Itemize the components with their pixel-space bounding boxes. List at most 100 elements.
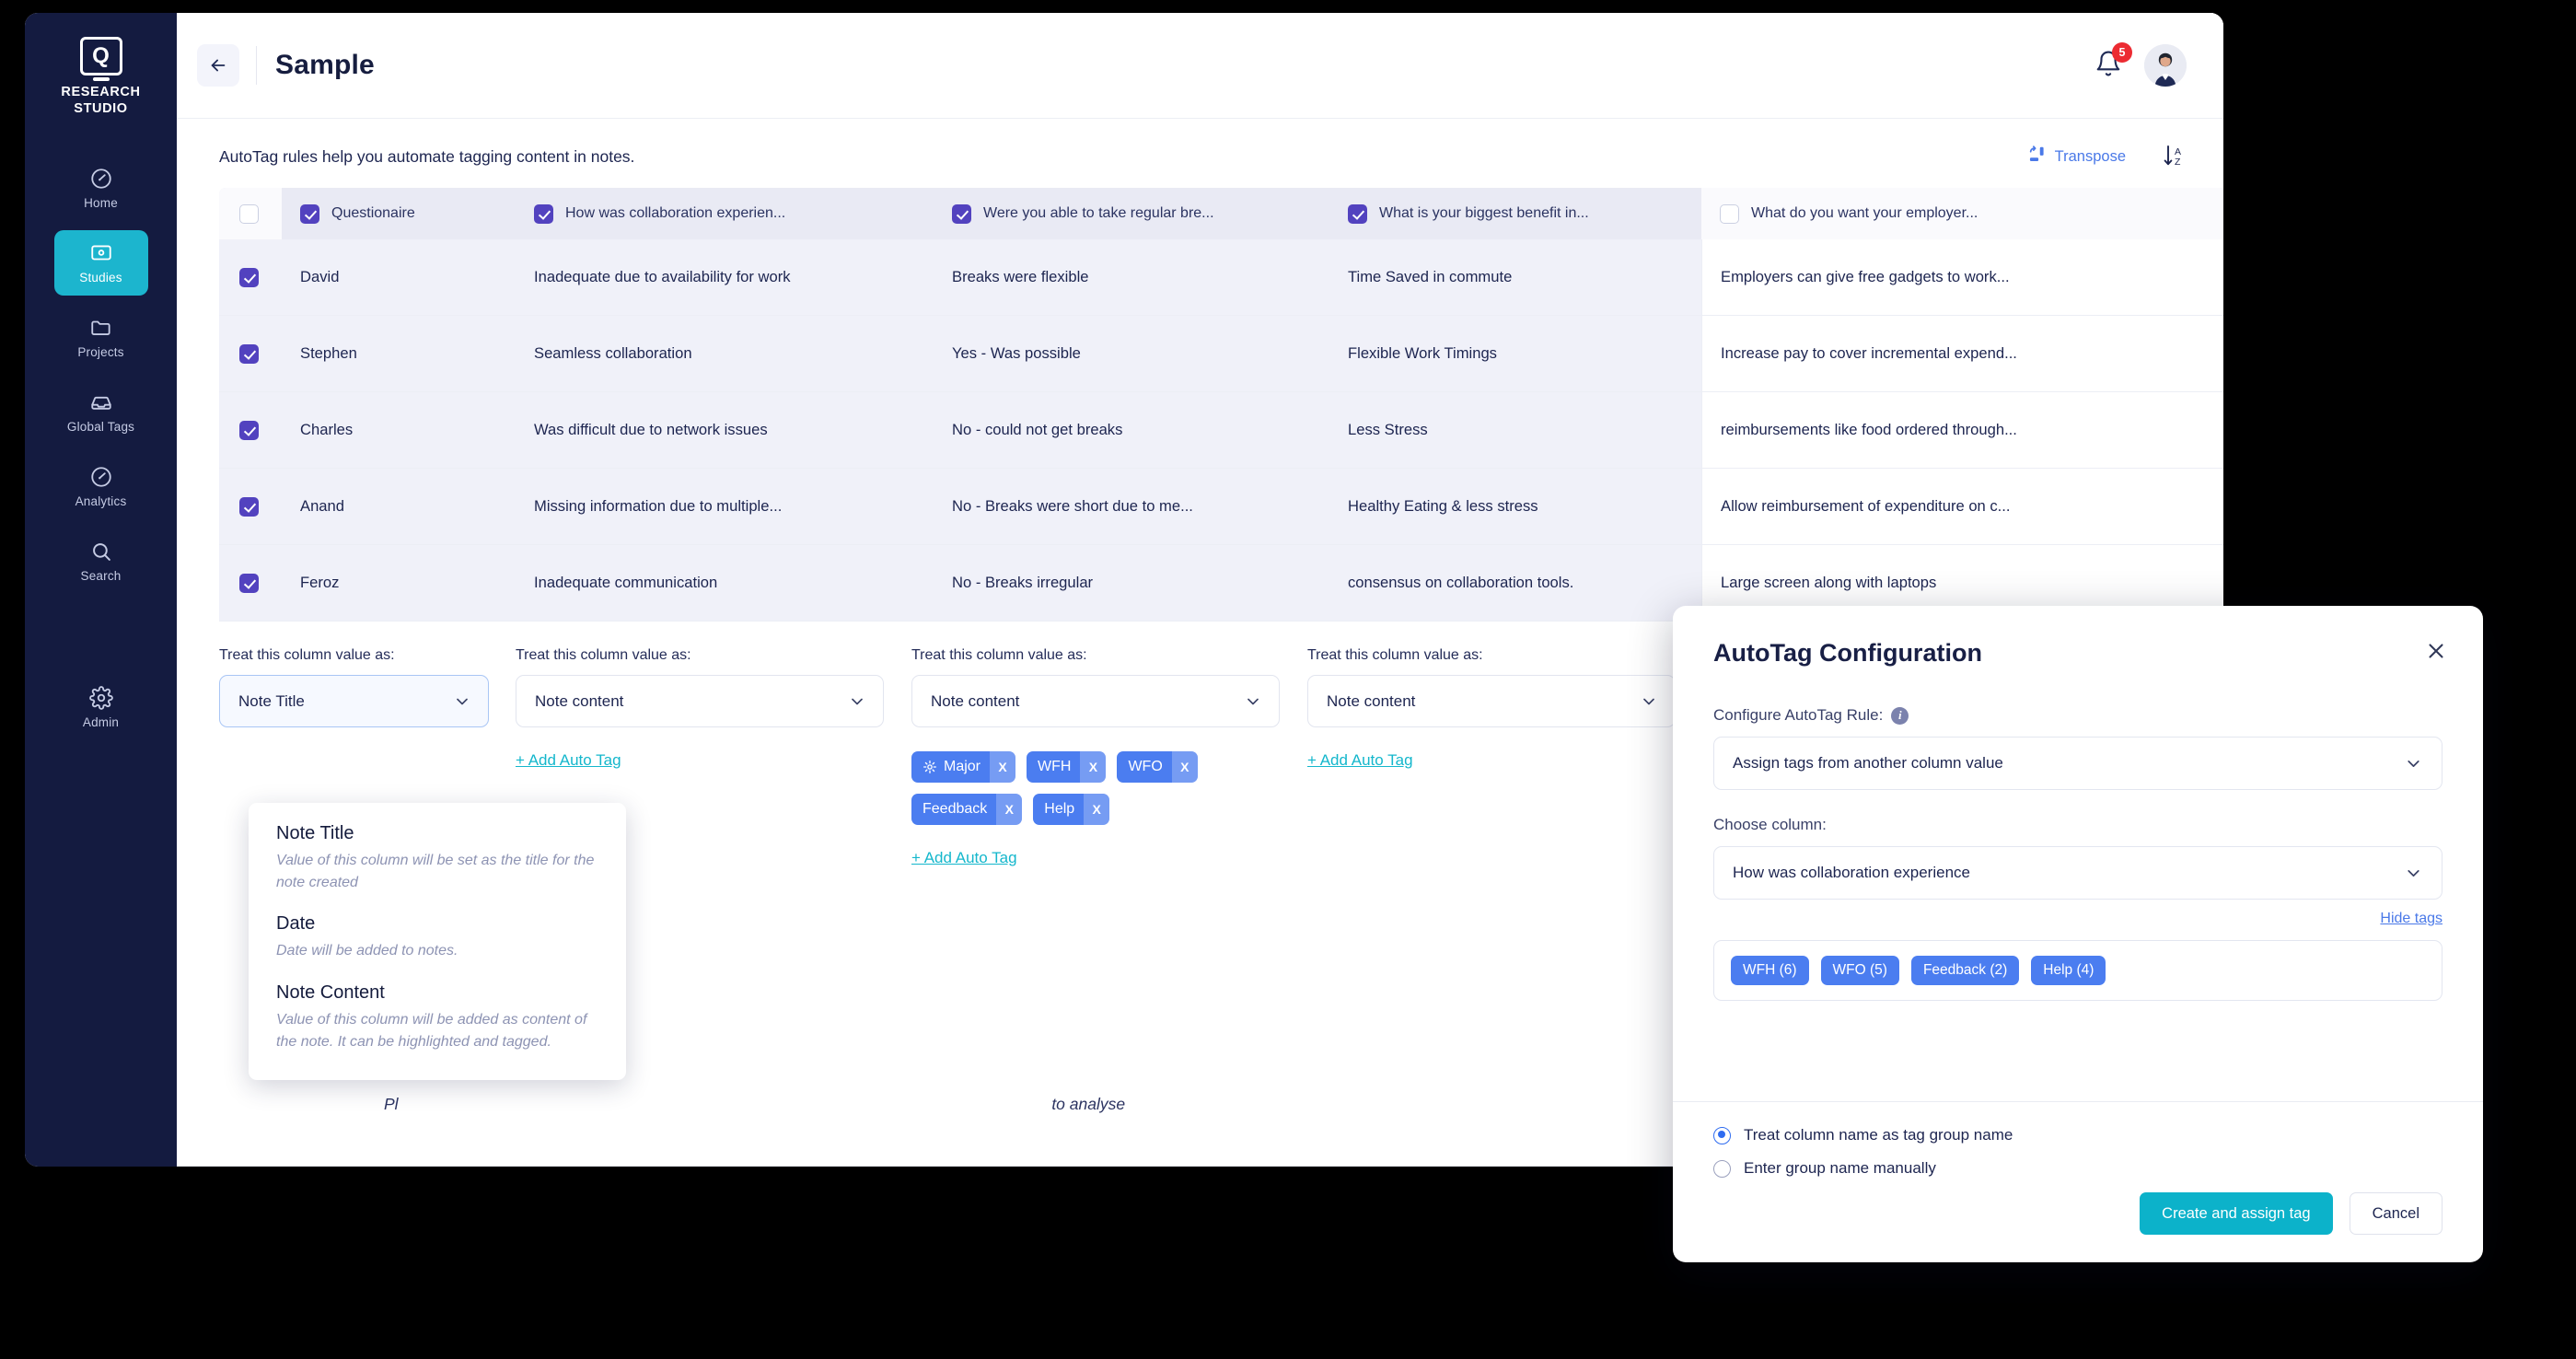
- sidebar-item-admin[interactable]: Admin: [54, 675, 148, 740]
- table-row[interactable]: Anand Missing information due to multipl…: [219, 469, 2223, 545]
- auto-tag[interactable]: Major X: [911, 751, 1016, 783]
- column-tag[interactable]: Help (4): [2031, 956, 2106, 985]
- column-header-questionaire[interactable]: Questionaire: [282, 188, 516, 239]
- subheader: AutoTag rules help you automate tagging …: [177, 119, 2223, 188]
- radio-label: Treat column name as tag group name: [1744, 1126, 2013, 1144]
- autotag-configuration-modal: AutoTag Configuration Configure AutoTag …: [1673, 606, 2483, 1262]
- close-icon[interactable]: [2420, 635, 2452, 667]
- column-checkbox[interactable]: [1720, 203, 1739, 224]
- sidebar-item-analytics[interactable]: Analytics: [54, 454, 148, 519]
- page-title: Sample: [275, 50, 375, 80]
- remove-tag-button[interactable]: X: [990, 751, 1016, 783]
- column-checkbox[interactable]: [952, 203, 971, 224]
- table-cell: Was difficult due to network issues: [534, 421, 768, 438]
- transpose-icon: [2027, 145, 2048, 169]
- auto-tag[interactable]: WFH X: [1027, 751, 1107, 783]
- column-header-collaboration[interactable]: How was collaboration experien...: [516, 188, 934, 239]
- column-config-label: Treat this column value as:: [911, 647, 1087, 663]
- auto-tag[interactable]: Help X: [1033, 794, 1110, 825]
- table-cell: Yes - Was possible: [952, 344, 1081, 362]
- sidebar: RESEARCH STUDIO Home Studies: [25, 13, 177, 1167]
- remove-tag-button[interactable]: X: [1080, 751, 1107, 783]
- speedometer-icon: [54, 167, 148, 191]
- tags-tray-icon: [54, 390, 148, 414]
- row-checkbox[interactable]: [239, 343, 259, 364]
- sort-a-z-button[interactable]: AZ: [2163, 143, 2187, 171]
- transpose-button[interactable]: Transpose: [2027, 145, 2126, 169]
- column-checkbox[interactable]: [300, 203, 319, 224]
- remove-tag-button[interactable]: X: [1171, 751, 1198, 783]
- column-tag[interactable]: WFO (5): [1820, 956, 1899, 985]
- sidebar-item-home[interactable]: Home: [54, 156, 148, 221]
- auto-tag[interactable]: Feedback X: [911, 794, 1023, 825]
- table-cell: Employers can give free gadgets to work.…: [1701, 239, 2223, 315]
- row-checkbox[interactable]: [239, 267, 259, 287]
- column-value-type-select[interactable]: Note Title: [219, 675, 489, 727]
- column-header-employer[interactable]: What do you want your employer...: [1701, 188, 2223, 239]
- chevron-down-icon: [848, 692, 866, 711]
- radio-treat-column-name[interactable]: Treat column name as tag group name: [1713, 1126, 2443, 1144]
- row-checkbox[interactable]: [239, 496, 259, 517]
- sidebar-item-label: Projects: [77, 345, 124, 360]
- add-auto-tag-link[interactable]: + Add Auto Tag: [911, 849, 1017, 867]
- choose-column-select[interactable]: How was collaboration experience: [1713, 846, 2443, 900]
- column-tag[interactable]: Feedback (2): [1910, 956, 2020, 985]
- remove-tag-button[interactable]: X: [1084, 794, 1110, 825]
- table-row[interactable]: David Inadequate due to availability for…: [219, 239, 2223, 316]
- auto-tag[interactable]: WFO X: [1117, 751, 1198, 783]
- radio-enter-group-name[interactable]: Enter group name manually: [1713, 1159, 2443, 1178]
- column-checkbox[interactable]: [1348, 203, 1367, 224]
- notifications-button[interactable]: 5: [2094, 41, 2132, 82]
- row-select-cell: [219, 392, 282, 468]
- info-icon[interactable]: i: [1891, 706, 1909, 725]
- modal-title: AutoTag Configuration: [1713, 639, 1982, 667]
- sidebar-item-studies[interactable]: Studies: [53, 230, 148, 296]
- dropdown-option-note-title[interactable]: Note Title Value of this column will be …: [276, 823, 598, 893]
- column-value-type-select[interactable]: Note content: [911, 675, 1280, 727]
- row-select-cell: [219, 469, 282, 544]
- sidebar-item-projects[interactable]: Projects: [54, 305, 148, 370]
- radio-indicator[interactable]: [1713, 1159, 1731, 1178]
- table-row[interactable]: Charles Was difficult due to network iss…: [219, 392, 2223, 469]
- table-cell: Flexible Work Timings: [1348, 344, 1497, 362]
- table-cell: No - Breaks were short due to me...: [952, 497, 1193, 515]
- sidebar-item-global-tags[interactable]: Global Tags: [54, 379, 148, 445]
- select-value: Note Title: [238, 691, 305, 710]
- add-auto-tag-link[interactable]: + Add Auto Tag: [516, 751, 621, 770]
- column-value-type-select[interactable]: Note content: [516, 675, 884, 727]
- autotag-rule-select[interactable]: Assign tags from another column value: [1713, 737, 2443, 790]
- column-config-2: Treat this column value as: Note content…: [911, 647, 1307, 867]
- sidebar-item-label: Studies: [79, 271, 122, 285]
- table-row[interactable]: Stephen Seamless collaboration Yes - Was…: [219, 316, 2223, 392]
- modal-body: AutoTag Configuration Configure AutoTag …: [1673, 606, 2483, 1075]
- column-checkbox[interactable]: [534, 203, 553, 224]
- add-auto-tag-link[interactable]: + Add Auto Tag: [1307, 751, 1413, 770]
- sidebar-item-search[interactable]: Search: [54, 528, 148, 594]
- select-all-checkbox[interactable]: [239, 203, 259, 224]
- table-cell: reimbursements like food ordered through…: [1701, 392, 2223, 468]
- dropdown-option-note-content[interactable]: Note Content Value of this column will b…: [276, 982, 598, 1052]
- sidebar-item-label: Home: [84, 196, 118, 211]
- row-select-cell: [219, 239, 282, 315]
- table-cell: Seamless collaboration: [534, 344, 692, 362]
- column-header-benefit[interactable]: What is your biggest benefit in...: [1329, 188, 1701, 239]
- row-select-cell: [219, 316, 282, 391]
- gear-icon: [922, 760, 937, 774]
- create-and-assign-tag-button[interactable]: Create and assign tag: [2140, 1192, 2333, 1235]
- modal-footer: Create and assign tag Cancel: [1673, 1192, 2483, 1262]
- dropdown-option-date[interactable]: Date Date will be added to notes.: [276, 913, 598, 962]
- row-checkbox[interactable]: [239, 420, 259, 440]
- avatar[interactable]: [2144, 44, 2187, 87]
- configure-rule-label: Configure AutoTag Rule: i: [1713, 706, 2443, 725]
- back-button[interactable]: [197, 44, 239, 87]
- radio-indicator[interactable]: [1713, 1126, 1731, 1144]
- choose-column-label: Choose column:: [1713, 816, 2443, 834]
- column-tag[interactable]: WFH (6): [1731, 956, 1809, 985]
- hide-tags-link[interactable]: Hide tags: [1713, 911, 2443, 927]
- column-header-breaks[interactable]: Were you able to take regular bre...: [934, 188, 1329, 239]
- remove-tag-button[interactable]: X: [996, 794, 1023, 825]
- column-config-3: Treat this column value as: Note content…: [1307, 647, 1703, 867]
- column-value-type-select[interactable]: Note content: [1307, 675, 1676, 727]
- row-checkbox[interactable]: [239, 573, 259, 593]
- cancel-button[interactable]: Cancel: [2349, 1192, 2443, 1235]
